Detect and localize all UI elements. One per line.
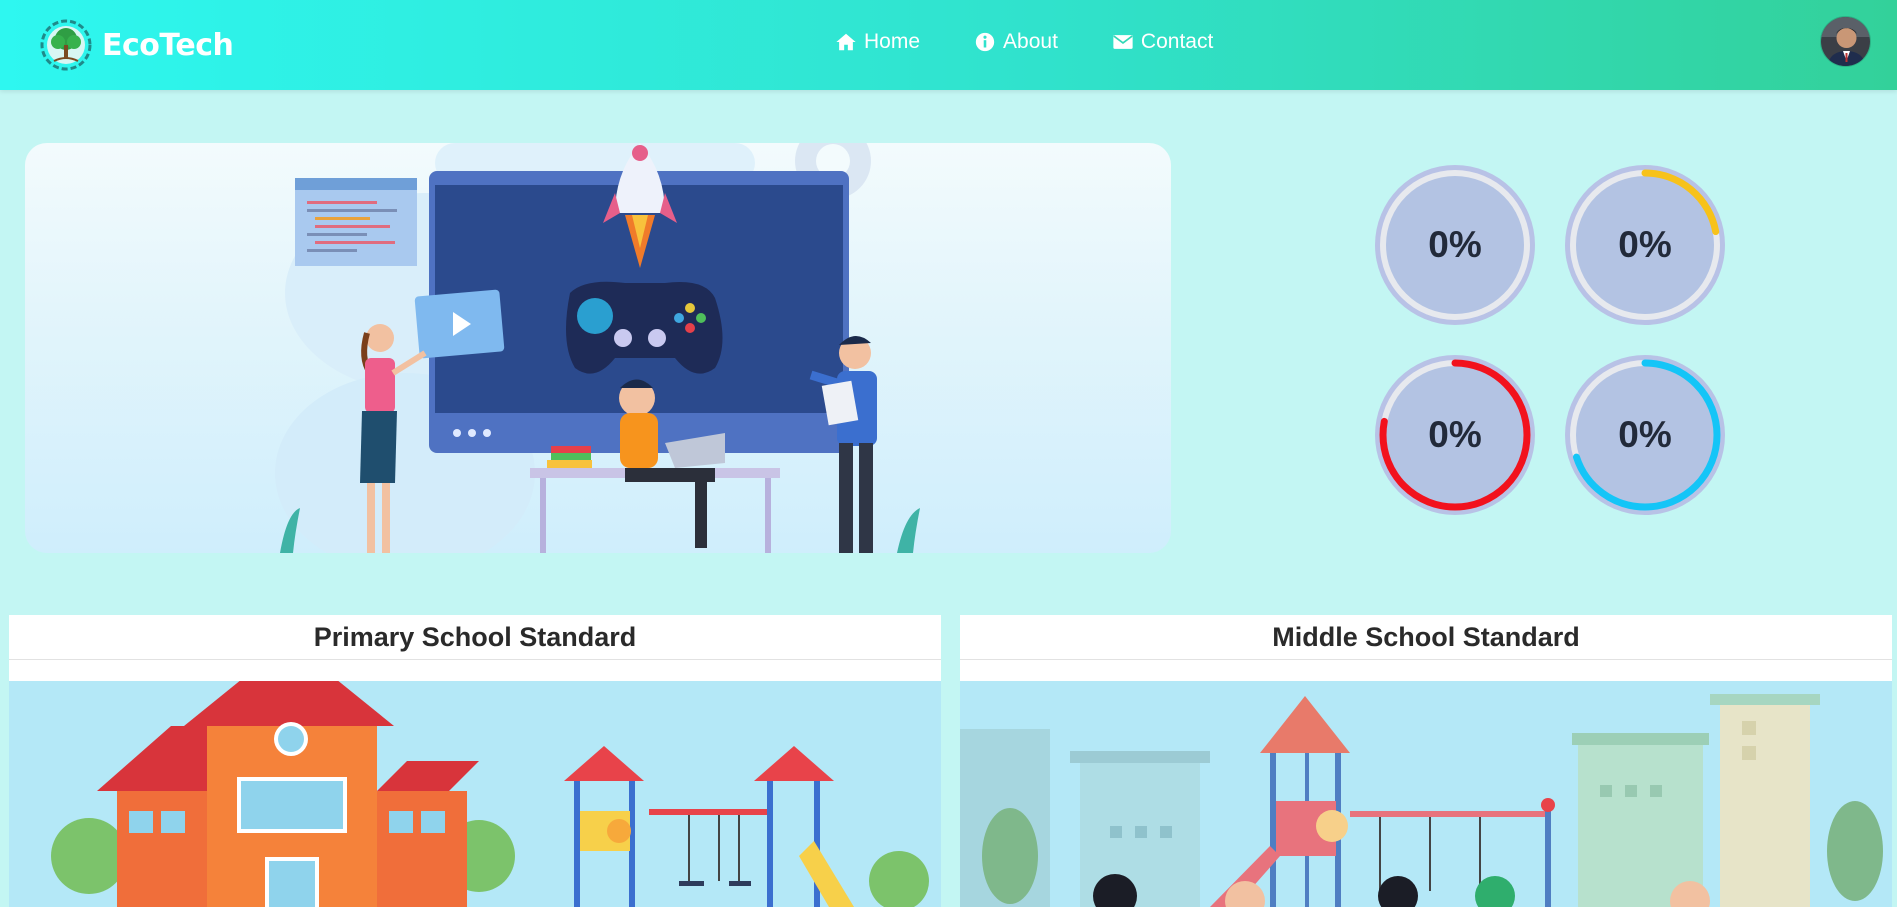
progress-grid: 0% 0% 0% 0% (1372, 162, 1728, 518)
progress-ring: 0% (1562, 352, 1728, 518)
school-illustration (9, 681, 941, 907)
progress-ring: 0% (1372, 162, 1538, 328)
nav-about-link[interactable]: About (974, 30, 1058, 54)
user-avatar[interactable] (1820, 16, 1871, 67)
progress-ring: 0% (1562, 162, 1728, 328)
nav-home-link[interactable]: Home (835, 30, 920, 54)
card-title: Middle School Standard (960, 615, 1892, 660)
progress-ring: 0% (1372, 352, 1538, 518)
nav-contact-link[interactable]: Contact (1112, 30, 1213, 54)
progress-value: 0% (1428, 224, 1482, 265)
brand-name: EcoTech (102, 27, 234, 63)
primary-school-card[interactable]: Primary School Standard (9, 615, 941, 907)
nav-about-label: About (1003, 30, 1058, 53)
middle-school-card[interactable]: Middle School Standard (960, 615, 1892, 907)
brand[interactable]: EcoTech (40, 19, 234, 71)
hero-illustration (25, 143, 1171, 553)
progress-value: 0% (1428, 414, 1482, 455)
card-title: Primary School Standard (9, 615, 941, 660)
envelope-icon (1113, 35, 1133, 49)
progress-value: 0% (1618, 224, 1672, 265)
progress-value: 0% (1618, 414, 1672, 455)
nav-home-label: Home (864, 30, 921, 53)
info-icon (975, 32, 995, 52)
tree-logo-icon (40, 19, 92, 71)
nav-links: Home About Contact (835, 30, 1213, 54)
school-illustration (960, 681, 1892, 907)
home-icon (836, 33, 856, 51)
nav-contact-label: Contact (1140, 30, 1214, 53)
top-navbar: EcoTech Home About Contact (0, 0, 1897, 90)
